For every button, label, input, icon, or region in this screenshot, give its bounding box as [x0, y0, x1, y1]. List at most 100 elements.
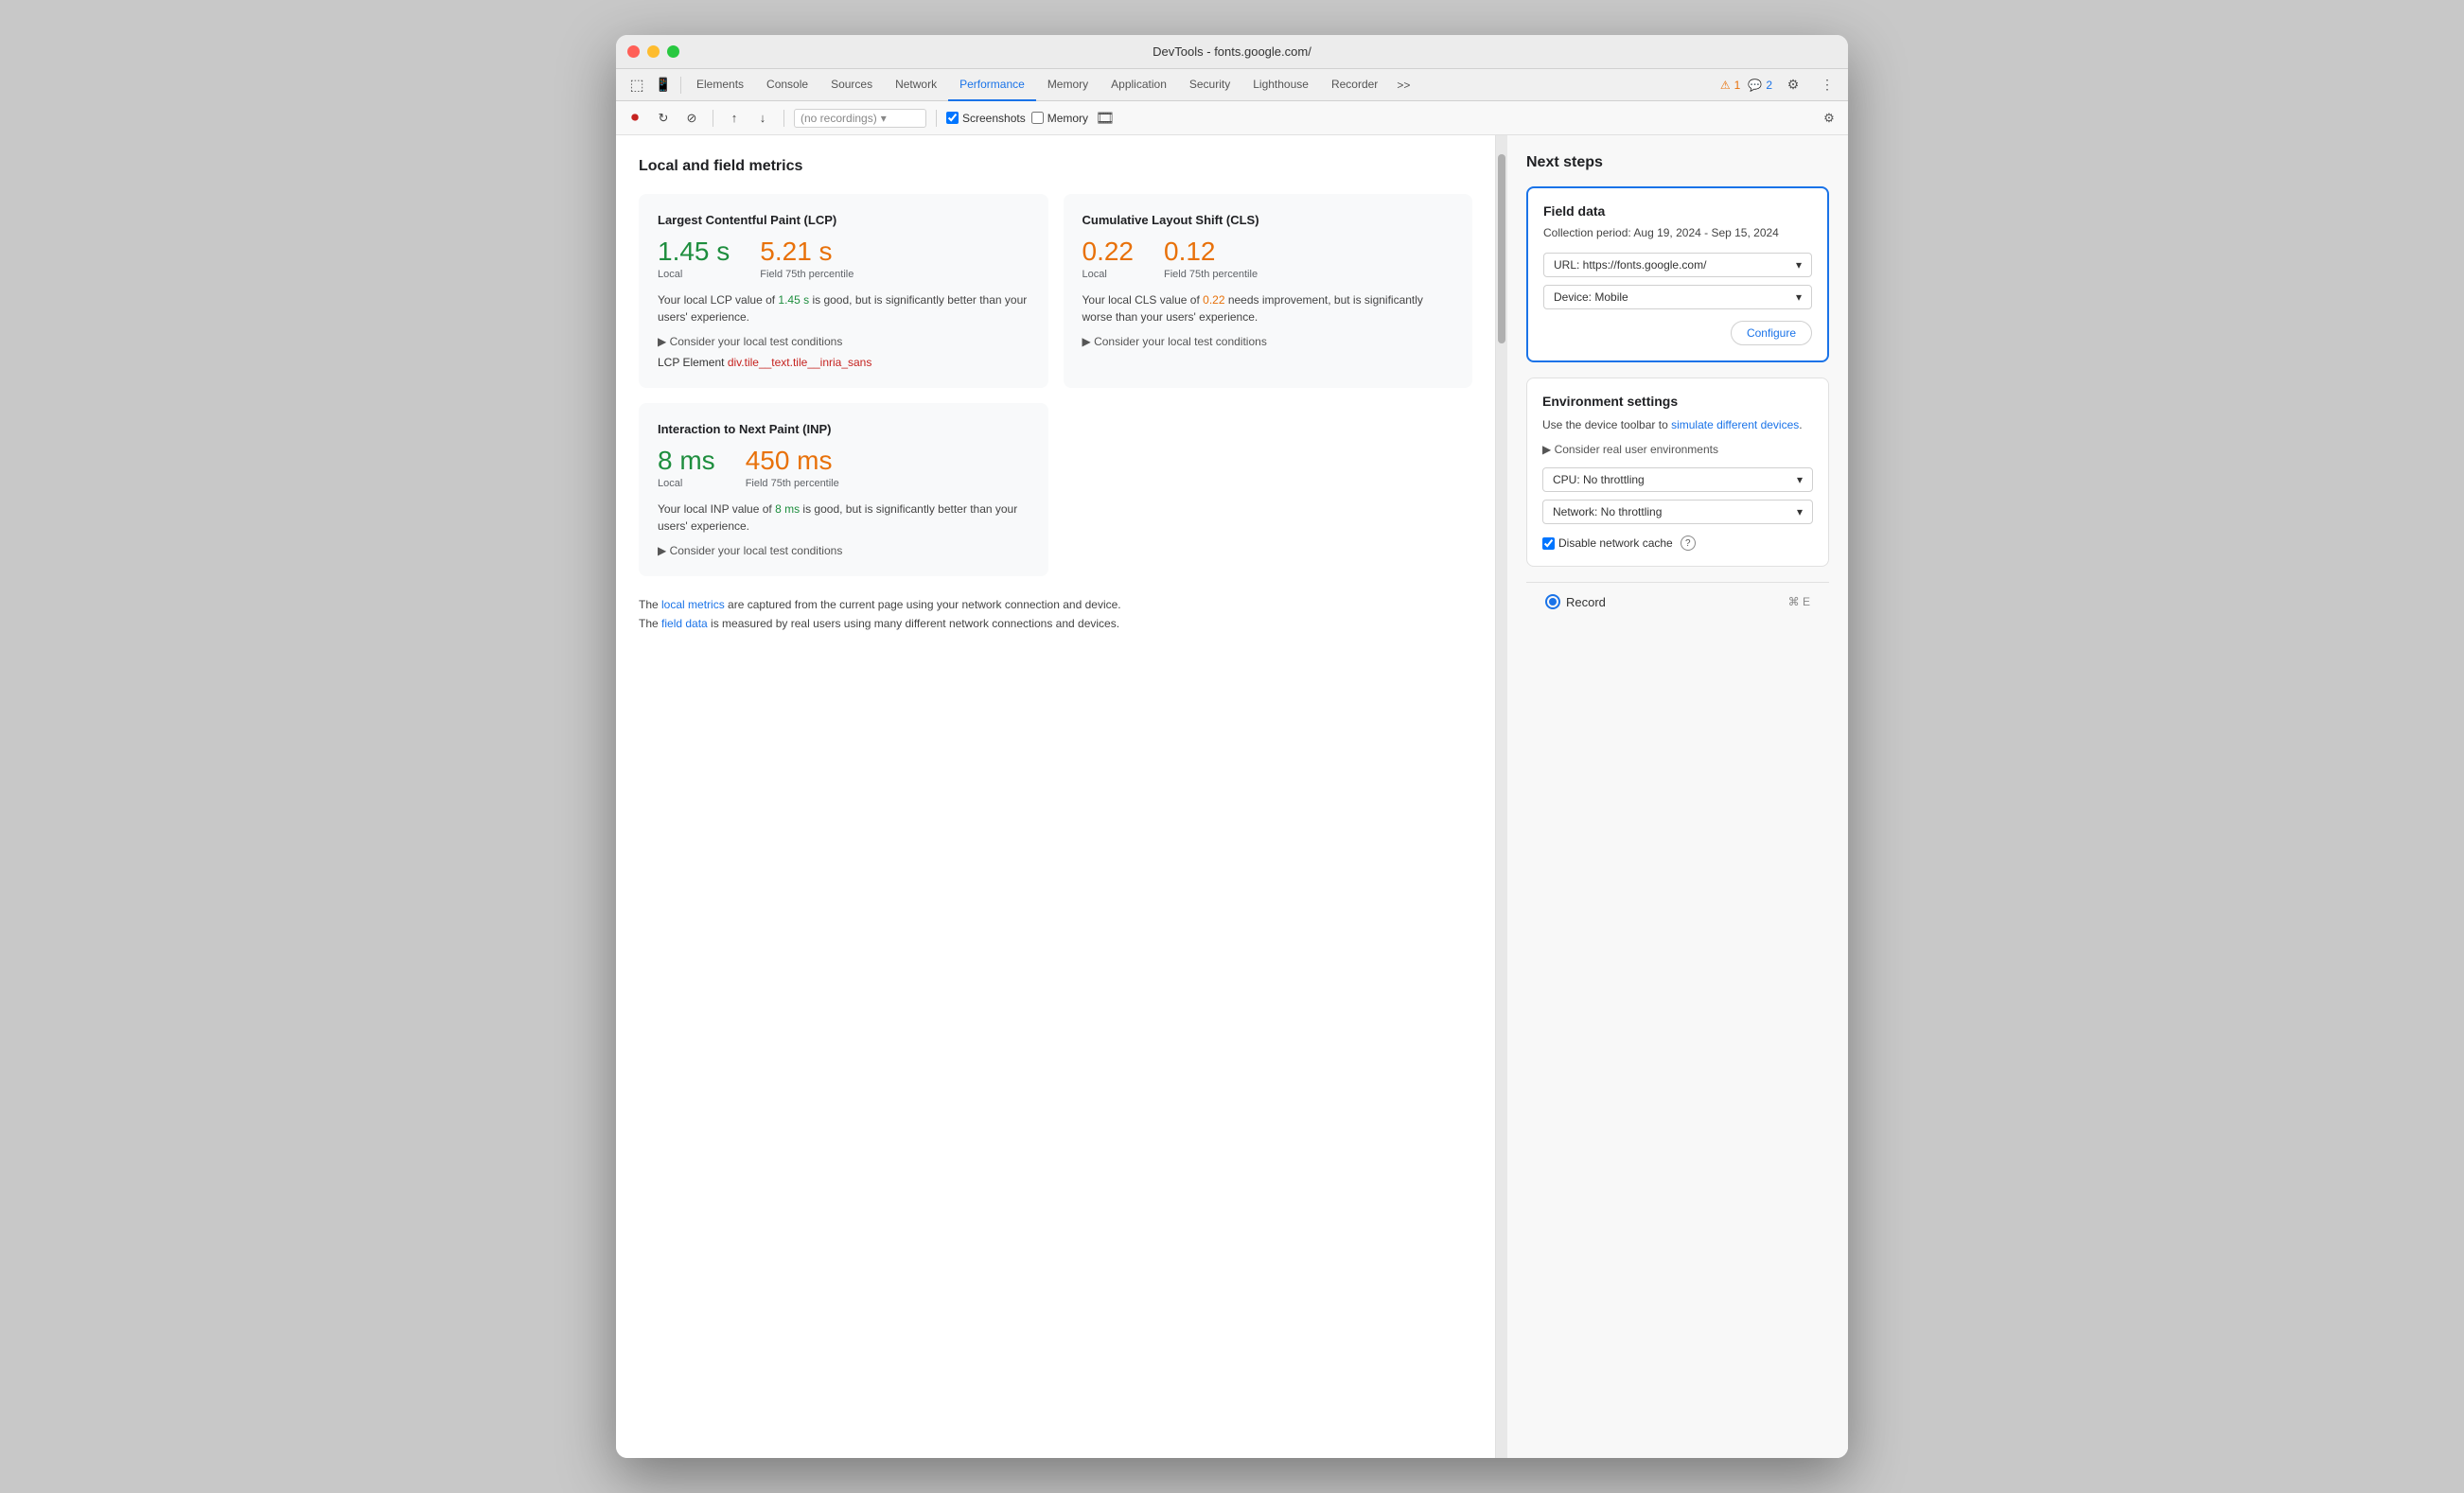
tab-console[interactable]: Console [755, 69, 819, 101]
lcp-values: 1.45 s Local 5.21 s Field 75th percentil… [658, 238, 1030, 280]
reload-record-button[interactable]: ↻ [652, 107, 675, 130]
memory-label: Memory [1047, 112, 1088, 125]
download-button[interactable]: ↓ [751, 107, 774, 130]
configure-button[interactable]: Configure [1731, 321, 1812, 345]
tab-performance[interactable]: Performance [948, 69, 1036, 101]
tab-security[interactable]: Security [1178, 69, 1241, 101]
tab-bar: ⬚ 📱 Elements Console Sources Network Per… [616, 69, 1848, 101]
simulate-devices-link[interactable]: simulate different devices [1671, 418, 1799, 431]
cpu-dropdown-arrow: ▾ [1797, 473, 1803, 486]
field-data-link[interactable]: field data [661, 617, 708, 630]
section-title: Local and field metrics [639, 158, 1472, 175]
cls-local-label: Local [1082, 269, 1135, 280]
record-label: Record [1566, 595, 1606, 609]
tab-application[interactable]: Application [1100, 69, 1178, 101]
main-content: Local and field metrics Largest Contentf… [616, 135, 1848, 1458]
warning-icon: ⚠ [1720, 79, 1731, 92]
lcp-title: Largest Contentful Paint (LCP) [658, 213, 1030, 227]
devtools-window: DevTools - fonts.google.com/ ⬚ 📱 Element… [616, 35, 1848, 1458]
inp-description-value: 8 ms [775, 502, 800, 516]
memory-checkbox[interactable] [1031, 112, 1044, 124]
cls-local-value: 0.22 [1082, 238, 1135, 265]
lcp-element: LCP Element div.tile__text.tile__inria_s… [658, 356, 1030, 369]
footer-line2: The field data is measured by real users… [639, 614, 1472, 633]
tab-recorder[interactable]: Recorder [1320, 69, 1389, 101]
lcp-consider-link[interactable]: ▶ Consider your local test conditions [658, 335, 1030, 348]
inp-field-value: 450 ms [746, 448, 839, 474]
message-icon: 💬 [1748, 79, 1762, 92]
cpu-dropdown[interactable]: CPU: No throttling ▾ [1542, 467, 1813, 492]
settings-icon[interactable]: ⚙ [1780, 72, 1806, 98]
inp-card: Interaction to Next Paint (INP) 8 ms Loc… [639, 403, 1048, 576]
inp-local-label: Local [658, 478, 715, 489]
network-dropdown[interactable]: Network: No throttling ▾ [1542, 500, 1813, 524]
scrollbar[interactable] [1496, 135, 1507, 1458]
warning-badge[interactable]: ⚠ 1 [1720, 79, 1740, 92]
consider-real-user-link[interactable]: ▶ Consider real user environments [1542, 443, 1813, 456]
clear-button[interactable]: ⊘ [680, 107, 703, 130]
inp-field-label: Field 75th percentile [746, 478, 839, 489]
url-dropdown-arrow: ▾ [1796, 258, 1802, 272]
record-button-main[interactable]: Record [1545, 594, 1606, 609]
record-inner-icon [1549, 598, 1557, 606]
screenshots-checkbox-label[interactable]: Screenshots [946, 112, 1026, 125]
recording-placeholder: (no recordings) [801, 112, 877, 125]
field-data-title: Field data [1543, 203, 1812, 219]
url-dropdown[interactable]: URL: https://fonts.google.com/ ▾ [1543, 253, 1812, 277]
lcp-description: Your local LCP value of 1.45 s is good, … [658, 291, 1030, 325]
metrics-grid: Largest Contentful Paint (LCP) 1.45 s Lo… [639, 194, 1472, 388]
window-title: DevTools - fonts.google.com/ [1153, 44, 1311, 59]
inp-local-value: 8 ms [658, 448, 715, 474]
maximize-button[interactable] [667, 45, 679, 58]
cls-field-value: 0.12 [1164, 238, 1258, 265]
inp-description: Your local INP value of 8 ms is good, bu… [658, 501, 1030, 535]
close-button[interactable] [627, 45, 640, 58]
screenshots-checkbox[interactable] [946, 112, 959, 124]
info-badge[interactable]: 💬 2 [1748, 79, 1772, 92]
toolbar-settings-icon[interactable]: ⚙ [1818, 107, 1840, 130]
lcp-field-value: 5.21 s [760, 238, 854, 265]
scrollbar-thumb[interactable] [1498, 154, 1505, 343]
memory-checkbox-label[interactable]: Memory [1031, 112, 1088, 125]
tab-memory[interactable]: Memory [1036, 69, 1100, 101]
env-description: Use the device toolbar to simulate diffe… [1542, 416, 1813, 433]
warning-count: 1 [1734, 79, 1741, 92]
selector-tool-icon[interactable]: ⬚ [624, 72, 650, 98]
cls-field-block: 0.12 Field 75th percentile [1164, 238, 1258, 280]
traffic-lights [627, 45, 679, 58]
lcp-element-link[interactable]: div.tile__text.tile__inria_sans [728, 356, 872, 369]
inp-local-block: 8 ms Local [658, 448, 715, 489]
disable-cache-checkbox[interactable] [1542, 537, 1555, 550]
record-bar: Record ⌘ E [1526, 582, 1829, 621]
tab-lighthouse[interactable]: Lighthouse [1241, 69, 1320, 101]
tab-elements[interactable]: Elements [685, 69, 755, 101]
inp-consider-link[interactable]: ▶ Consider your local test conditions [658, 544, 1030, 557]
cls-description: Your local CLS value of 0.22 needs impro… [1082, 291, 1454, 325]
upload-button[interactable]: ↑ [723, 107, 746, 130]
local-metrics-link[interactable]: local metrics [661, 598, 725, 611]
record-button[interactable]: ⏺ [624, 107, 646, 130]
secondary-toolbar: ⏺ ↻ ⊘ ↑ ↓ (no recordings) ▾ Screenshots … [616, 101, 1848, 135]
device-dropdown[interactable]: Device: Mobile ▾ [1543, 285, 1812, 309]
device-toolbar-icon[interactable]: 📱 [650, 72, 677, 98]
help-icon[interactable]: ? [1681, 536, 1696, 551]
disable-cache-label[interactable]: Disable network cache ? [1542, 536, 1813, 551]
device-dropdown-label: Device: Mobile [1554, 290, 1628, 304]
tab-network[interactable]: Network [884, 69, 948, 101]
cls-consider-link[interactable]: ▶ Consider your local test conditions [1082, 335, 1454, 348]
cpu-label: CPU: No throttling [1553, 473, 1645, 486]
network-dropdown-arrow: ▾ [1797, 505, 1803, 518]
recording-select[interactable]: (no recordings) ▾ [794, 109, 926, 128]
tab-sources[interactable]: Sources [819, 69, 884, 101]
screenshots-label: Screenshots [962, 112, 1026, 125]
footer-text: The local metrics are captured from the … [639, 595, 1472, 634]
more-tabs-button[interactable]: >> [1389, 79, 1417, 92]
more-options-icon[interactable]: ⋮ [1814, 72, 1840, 98]
filmstrip-icon[interactable]: 🎞 [1094, 107, 1117, 130]
footer-line1: The local metrics are captured from the … [639, 595, 1472, 614]
minimize-button[interactable] [647, 45, 660, 58]
cls-local-block: 0.22 Local [1082, 238, 1135, 280]
tab-right-actions: ⚠ 1 💬 2 ⚙ ⋮ [1720, 72, 1840, 98]
device-dropdown-arrow: ▾ [1796, 290, 1802, 304]
cls-values: 0.22 Local 0.12 Field 75th percentile [1082, 238, 1454, 280]
